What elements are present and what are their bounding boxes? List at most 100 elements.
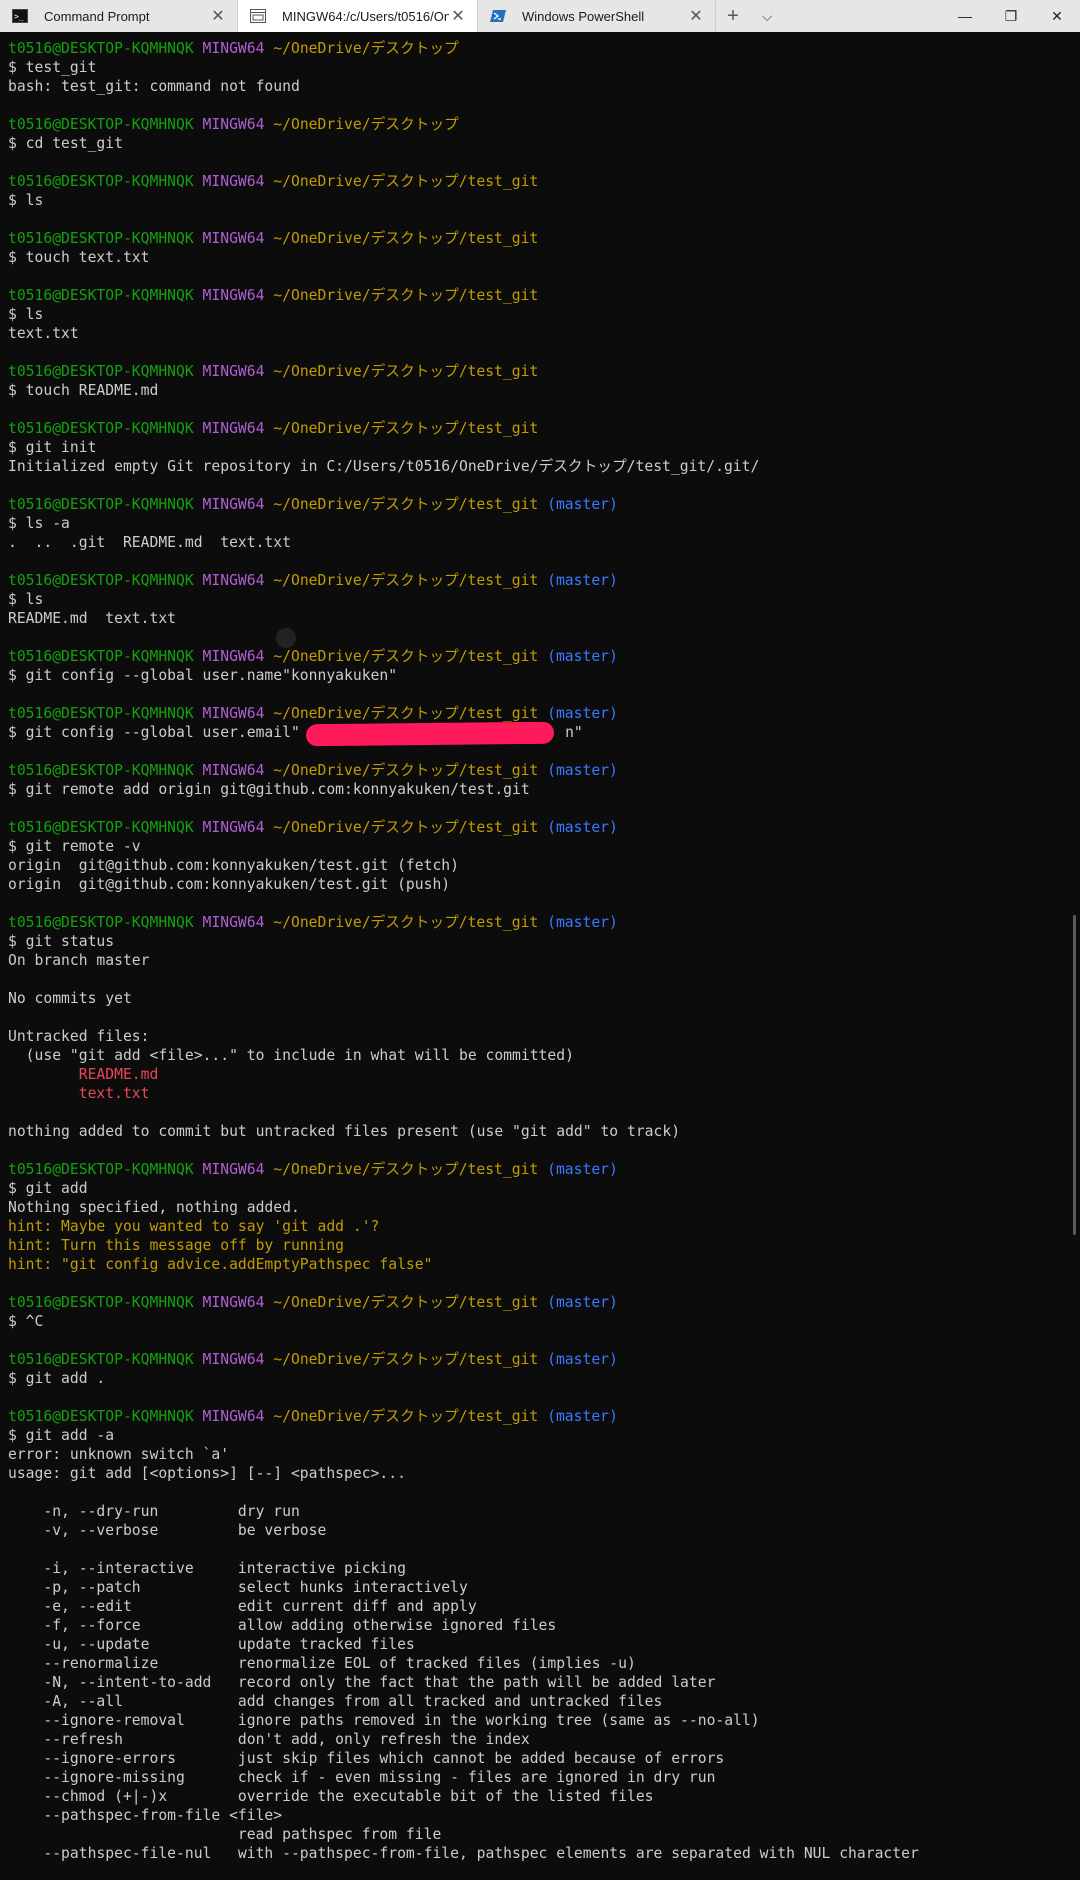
prompt-host: MINGW64 [202, 420, 265, 437]
prompt-host: MINGW64 [202, 40, 265, 57]
redaction-mark [305, 721, 555, 747]
output-line: -u, --update update tracked files [8, 1636, 415, 1653]
powershell-icon [490, 9, 506, 23]
output-line: (use "git add <file>..." to include in w… [8, 1047, 574, 1064]
prompt-host: MINGW64 [202, 496, 265, 513]
prompt-path: ~/OneDrive/デスクトップ/test_git [273, 287, 539, 304]
prompt-user: t0516@DESKTOP-KQMHNQK [8, 819, 194, 836]
output-line: -n, --dry-run dry run [8, 1503, 300, 1520]
tab-windows-powershell[interactable]: Windows PowerShell ✕ [478, 0, 716, 32]
prompt-user: t0516@DESKTOP-KQMHNQK [8, 572, 194, 589]
cmd-icon: >_ [12, 9, 28, 23]
command-line: $ git init [8, 439, 97, 456]
prompt-user: t0516@DESKTOP-KQMHNQK [8, 1351, 194, 1368]
output-line: -f, --force allow adding otherwise ignor… [8, 1617, 557, 1634]
prompt-user: t0516@DESKTOP-KQMHNQK [8, 116, 194, 133]
prompt-user: t0516@DESKTOP-KQMHNQK [8, 1161, 194, 1178]
prompt-path: ~/OneDrive/デスクトップ/test_git [273, 705, 539, 722]
prompt-user: t0516@DESKTOP-KQMHNQK [8, 705, 194, 722]
tab-label: Windows PowerShell [522, 8, 645, 24]
output-line: bash: test_git: command not found [8, 78, 300, 95]
terminal-output[interactable]: t0516@DESKTOP-KQMHNQK MINGW64 ~/OneDrive… [8, 39, 1068, 1863]
prompt-branch: (master) [547, 914, 618, 931]
tab-command-prompt[interactable]: >_ Command Prompt ✕ [0, 0, 238, 32]
prompt-user: t0516@DESKTOP-KQMHNQK [8, 173, 194, 190]
prompt-line: t0516@DESKTOP-KQMHNQK MINGW64 ~/OneDrive… [8, 419, 1068, 438]
minimize-button[interactable]: — [942, 0, 988, 32]
output-line: -i, --interactive interactive picking [8, 1560, 406, 1577]
prompt-host: MINGW64 [202, 1351, 265, 1368]
prompt-path: ~/OneDrive/デスクトップ/test_git [273, 420, 539, 437]
output-line: -p, --patch select hunks interactively [8, 1579, 468, 1596]
output-line: No commits yet [8, 990, 132, 1007]
chevron-down-icon[interactable]: ⌵ [750, 0, 784, 32]
prompt-user: t0516@DESKTOP-KQMHNQK [8, 762, 194, 779]
new-tab-button[interactable]: + [716, 0, 750, 32]
prompt-user: t0516@DESKTOP-KQMHNQK [8, 287, 194, 304]
prompt-line: t0516@DESKTOP-KQMHNQK MINGW64 ~/OneDrive… [8, 647, 1068, 666]
prompt-path: ~/OneDrive/デスクトップ/test_git [273, 173, 539, 190]
command-line: $ git add [8, 1180, 88, 1197]
prompt-host: MINGW64 [202, 819, 265, 836]
output-line: nothing added to commit but untracked fi… [8, 1123, 681, 1140]
prompt-path: ~/OneDrive/デスクトップ/test_git [273, 363, 539, 380]
prompt-branch: (master) [547, 496, 618, 513]
command-line: $ git add -a [8, 1427, 115, 1444]
prompt-host: MINGW64 [202, 572, 265, 589]
output-line: Initialized empty Git repository in C:/U… [8, 458, 760, 475]
prompt-line: t0516@DESKTOP-KQMHNQK MINGW64 ~/OneDrive… [8, 495, 1068, 514]
tab-mingw64[interactable]: MINGW64:/c/Users/t0516/OneD ✕ [238, 0, 478, 32]
prompt-host: MINGW64 [202, 173, 265, 190]
output-line: --renormalize renormalize EOL of tracked… [8, 1655, 636, 1672]
prompt-line: t0516@DESKTOP-KQMHNQK MINGW64 ~/OneDrive… [8, 115, 1068, 134]
output-line: --ignore-removal ignore paths removed in… [8, 1712, 760, 1729]
command-line: $ test_git [8, 59, 97, 76]
prompt-line: t0516@DESKTOP-KQMHNQK MINGW64 ~/OneDrive… [8, 39, 1068, 58]
prompt-host: MINGW64 [202, 363, 265, 380]
output-line: Untracked files: [8, 1028, 150, 1045]
prompt-user: t0516@DESKTOP-KQMHNQK [8, 363, 194, 380]
prompt-path: ~/OneDrive/デスクトップ/test_git [273, 819, 539, 836]
output-line: usage: git add [<options>] [--] <pathspe… [8, 1465, 406, 1482]
prompt-host: MINGW64 [202, 230, 265, 247]
close-icon[interactable]: ✕ [449, 6, 467, 26]
command-line: $ touch text.txt [8, 249, 150, 266]
output-line: origin git@github.com:konnyakuken/test.g… [8, 876, 451, 893]
close-icon[interactable]: ✕ [687, 6, 705, 26]
output-line: origin git@github.com:konnyakuken/test.g… [8, 857, 459, 874]
tab-label: Command Prompt [44, 8, 150, 24]
close-icon[interactable]: ✕ [209, 6, 227, 26]
prompt-line: t0516@DESKTOP-KQMHNQK MINGW64 ~/OneDrive… [8, 704, 1068, 723]
output-line: -v, --verbose be verbose [8, 1522, 327, 1539]
prompt-branch: (master) [547, 572, 618, 589]
maximize-button[interactable]: ❐ [988, 0, 1034, 32]
output-line: --ignore-errors just skip files which ca… [8, 1750, 725, 1767]
prompt-path: ~/OneDrive/デスクトップ/test_git [273, 572, 539, 589]
prompt-line: t0516@DESKTOP-KQMHNQK MINGW64 ~/OneDrive… [8, 286, 1068, 305]
scrollbar[interactable] [1073, 915, 1076, 1235]
command-line: $ git remote add origin git@github.com:k… [8, 781, 530, 798]
prompt-line: t0516@DESKTOP-KQMHNQK MINGW64 ~/OneDrive… [8, 362, 1068, 381]
command-line: $ ls -a [8, 515, 70, 532]
output-line: --refresh don't add, only refresh the in… [8, 1731, 530, 1748]
prompt-branch: (master) [547, 762, 618, 779]
prompt-user: t0516@DESKTOP-KQMHNQK [8, 420, 194, 437]
prompt-user: t0516@DESKTOP-KQMHNQK [8, 1294, 194, 1311]
prompt-branch: (master) [547, 648, 618, 665]
hint-line: hint: "git config advice.addEmptyPathspe… [8, 1256, 433, 1273]
prompt-line: t0516@DESKTOP-KQMHNQK MINGW64 ~/OneDrive… [8, 761, 1068, 780]
prompt-host: MINGW64 [202, 762, 265, 779]
drag-region[interactable] [784, 0, 942, 32]
prompt-host: MINGW64 [202, 287, 265, 304]
close-window-button[interactable]: ✕ [1034, 0, 1080, 32]
